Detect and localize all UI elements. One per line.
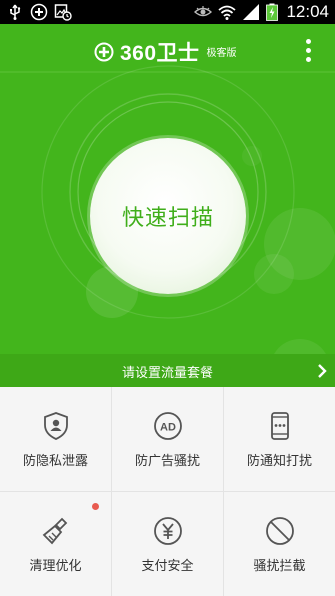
- chevron-right-icon: [318, 364, 327, 378]
- quick-scan-label: 快速扫描: [121, 206, 214, 231]
- grid-divider-horizontal: [0, 491, 335, 492]
- data-plan-banner[interactable]: 请设置流量套餐: [0, 354, 335, 387]
- status-time: 12:04: [286, 2, 329, 21]
- feature-label: 防广告骚扰: [134, 454, 200, 469]
- feature-label: 清理优化: [29, 559, 82, 574]
- app-edition-label: 极客版: [206, 47, 237, 59]
- feature-label: 防隐私泄露: [22, 454, 88, 469]
- shield-user-icon: [43, 412, 68, 440]
- phone-notification-icon: [270, 412, 289, 440]
- feature-ad-block[interactable]: AD 防广告骚扰: [112, 387, 223, 491]
- signal-icon: [243, 4, 260, 20]
- grid-divider-vertical: [111, 387, 112, 596]
- more-vert-icon-dot: [305, 56, 311, 62]
- broom-icon: [42, 517, 67, 545]
- ad-icon: AD: [153, 412, 182, 440]
- wifi-icon: [218, 5, 237, 20]
- more-vert-icon: [305, 38, 311, 44]
- status-bar-right: 12:04: [194, 2, 329, 22]
- svg-text:AD: AD: [160, 422, 176, 434]
- battery-charging-icon: [266, 3, 279, 21]
- add-circle-icon: [30, 3, 48, 21]
- yuan-icon: [153, 517, 182, 545]
- feature-payment-security[interactable]: 支付安全: [112, 492, 223, 596]
- feature-privacy-leak[interactable]: 防隐私泄露: [0, 387, 111, 491]
- app-brand-name: 360卫士: [120, 42, 200, 65]
- feature-label: 防通知打扰: [246, 454, 312, 469]
- feature-label: 骚扰拦截: [253, 559, 306, 574]
- feature-notification-block[interactable]: 防通知打扰: [224, 387, 335, 491]
- feature-label: 支付安全: [141, 559, 194, 574]
- block-icon: [265, 517, 294, 545]
- scan-hero: 360卫士 极客版 快速扫描: [0, 24, 335, 354]
- feature-cleanup-badge: [92, 503, 99, 510]
- status-bar-left: [6, 3, 72, 21]
- overflow-menu-button[interactable]: [298, 36, 318, 64]
- image-clock-icon: [54, 4, 72, 21]
- status-bar: 12:04: [0, 0, 335, 24]
- feature-harassment-block[interactable]: 骚扰拦截: [224, 492, 335, 596]
- brand-logo-icon: [94, 42, 114, 62]
- app-brand: 360卫士 极客版: [94, 37, 237, 67]
- data-plan-text: 请设置流量套餐: [121, 366, 213, 381]
- grid-divider-vertical: [223, 387, 224, 596]
- eye-icon: [194, 6, 213, 17]
- quick-scan-button[interactable]: 快速扫描: [90, 138, 246, 294]
- usb-icon: [10, 4, 21, 20]
- more-vert-icon-dot: [305, 47, 311, 53]
